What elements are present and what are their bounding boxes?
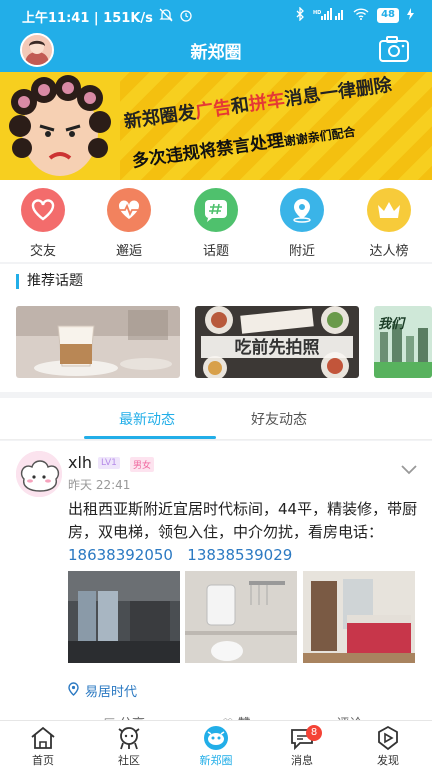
chevron-down-icon[interactable] xyxy=(400,461,418,475)
topic-card-food-photo[interactable]: 吃前先拍照 xyxy=(195,306,359,378)
crown-icon xyxy=(367,188,411,232)
post-location[interactable]: 易居时代 xyxy=(68,681,137,700)
feed-post: xlh LV1 男女 昨天 22:41 出租西亚斯附近宜居时代标间，44平，精装… xyxy=(0,441,432,732)
svg-text:HD: HD xyxy=(313,10,321,16)
signal-icon: HD xyxy=(313,8,345,23)
post-photo-3[interactable] xyxy=(303,571,415,663)
post-time: 昨天 22:41 xyxy=(68,478,131,492)
section-title: 推荐话题 xyxy=(16,274,83,289)
wifi-icon xyxy=(353,8,369,23)
post-photo-1[interactable] xyxy=(68,571,180,663)
location-pin-icon xyxy=(68,681,79,700)
quick-item-nearby[interactable]: 附近 xyxy=(270,188,334,259)
feed-tabs: 最新动态 好友动态 xyxy=(0,398,432,440)
topic-card-coffee[interactable] xyxy=(16,306,180,378)
camera-icon[interactable] xyxy=(378,35,410,63)
topic-card-city-text: 我们 xyxy=(378,316,406,332)
post-author-name[interactable]: xlh xyxy=(68,453,92,472)
post-photo-2[interactable] xyxy=(185,571,297,663)
quick-menu: 交友 邂逅 话题 附近 达人榜 xyxy=(0,180,432,262)
status-bar: 上午11:41 | 151K/s HD 48 xyxy=(0,0,432,30)
mute-icon xyxy=(159,8,173,26)
app-screen: 上午11:41 | 151K/s HD 48 新郑圈 新郑圈发广告和拼车消息一律… xyxy=(0,0,432,768)
compass-icon xyxy=(374,725,402,751)
nav-home[interactable]: 首页 xyxy=(13,725,73,768)
location-pin-icon xyxy=(280,188,324,232)
battery-indicator: 48 xyxy=(377,8,399,23)
title-bar: 新郑圈 xyxy=(0,30,432,72)
gender-badge: 男女 xyxy=(130,457,155,472)
post-author-avatar[interactable] xyxy=(16,451,62,497)
active-tab-indicator xyxy=(84,436,216,439)
tab-friends[interactable]: 好友动态 xyxy=(251,409,307,429)
level-badge: LV1 xyxy=(98,457,120,469)
bluetooth-icon xyxy=(296,6,305,24)
nav-discover[interactable]: 发现 xyxy=(358,725,418,768)
tab-latest[interactable]: 最新动态 xyxy=(119,409,175,429)
status-time-speed: 上午11:41 | 151K/s xyxy=(22,11,153,26)
quick-item-leaderboard[interactable]: 达人榜 xyxy=(357,188,421,259)
phone-link-1[interactable]: 18638392050 xyxy=(68,546,173,564)
pulse-icon xyxy=(107,188,151,232)
post-content: 出租西亚斯附近宜居时代标间，44平，精装修，带厨房，双电梯，领包入住，中介勿扰，… xyxy=(68,500,418,564)
nav-messages[interactable]: 8 消息 xyxy=(272,725,332,768)
community-icon xyxy=(115,725,143,751)
circle-face-icon xyxy=(202,725,230,751)
alarm-icon xyxy=(179,8,193,26)
quick-item-topics[interactable]: 话题 xyxy=(184,188,248,259)
topic-card-food-text: 吃前先拍照 xyxy=(235,337,320,358)
home-icon xyxy=(29,725,57,751)
nav-xinzheng-circle[interactable]: 新郑圈 xyxy=(186,725,246,768)
topic-card-city[interactable]: 我们 xyxy=(374,306,432,378)
hashtag-icon xyxy=(194,188,238,232)
angry-woman-illustration xyxy=(6,74,114,180)
bottom-nav: 首页 社区 新郑圈 8 消息 发现 xyxy=(0,720,432,768)
heart-icon xyxy=(21,188,65,232)
phone-link-2[interactable]: 13838539029 xyxy=(187,546,292,564)
page-title: 新郑圈 xyxy=(190,43,242,63)
message-count-badge: 8 xyxy=(306,725,322,741)
charging-icon xyxy=(407,8,414,23)
notice-banner[interactable]: 新郑圈发广告和拼车消息一律删除 多次违规将禁言处理谢谢亲们配合 xyxy=(0,72,432,180)
quick-item-make-friends[interactable]: 交友 xyxy=(11,188,75,259)
nav-community[interactable]: 社区 xyxy=(99,725,159,768)
top-bar: 上午11:41 | 151K/s HD 48 新郑圈 xyxy=(0,0,432,72)
quick-item-encounter[interactable]: 邂逅 xyxy=(97,188,161,259)
recommended-topics: 推荐话题 吃前先拍照 我们 xyxy=(0,264,432,392)
